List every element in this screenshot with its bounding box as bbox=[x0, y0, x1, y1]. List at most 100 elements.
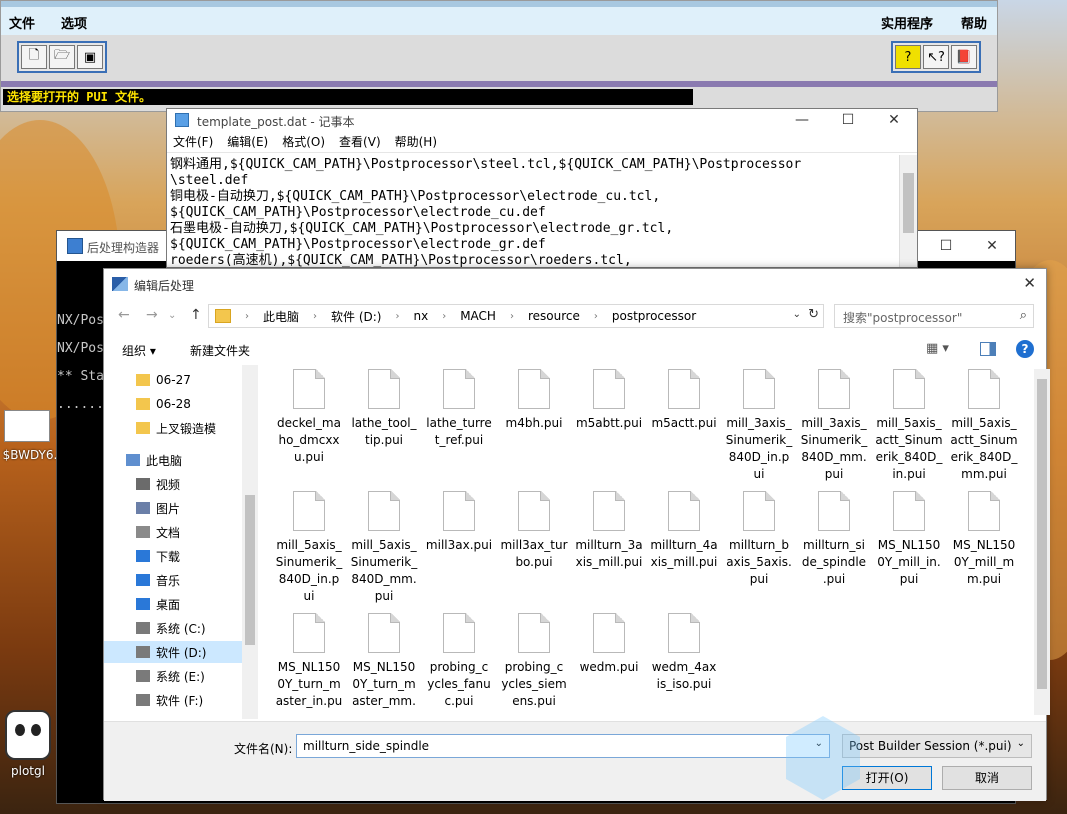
nav-item[interactable]: 系统 (C:) bbox=[104, 617, 242, 639]
forward-arrow-icon[interactable]: → bbox=[146, 307, 158, 323]
file-item[interactable]: m5actt.pui bbox=[649, 369, 719, 432]
preview-pane-icon[interactable] bbox=[980, 342, 996, 356]
context-help-icon[interactable]: ↖? bbox=[923, 45, 949, 69]
breadcrumb-item[interactable]: 软件 (D:) bbox=[331, 308, 381, 325]
file-item[interactable]: MS_NL150 0Y_turn_m aster_mm. bbox=[349, 613, 419, 710]
search-input[interactable]: 搜索"postprocessor" ⌕ bbox=[834, 304, 1034, 328]
file-item[interactable]: millturn_b axis_5axis. pui bbox=[724, 491, 794, 588]
nav-scrollbar[interactable] bbox=[242, 365, 258, 719]
breadcrumb-item[interactable]: MACH bbox=[460, 309, 496, 323]
file-item[interactable]: lathe_tool_ tip.pui bbox=[349, 369, 419, 449]
file-item[interactable]: MS_NL150 0Y_mill_in. pui bbox=[874, 491, 944, 588]
notepad-scrollbar[interactable] bbox=[899, 155, 917, 267]
file-item[interactable]: wedm.pui bbox=[574, 613, 644, 676]
manual-book-icon[interactable]: 📕 bbox=[951, 45, 977, 69]
organize-button[interactable]: 组织 ▾ bbox=[122, 342, 156, 359]
file-item[interactable]: millturn_4a xis_mill.pui bbox=[649, 491, 719, 571]
notepad-menu-format[interactable]: 格式(O) bbox=[282, 133, 325, 150]
notepad-menu-edit[interactable]: 编辑(E) bbox=[227, 133, 268, 150]
close-icon[interactable]: ✕ bbox=[871, 109, 917, 131]
nav-item[interactable]: 图片 bbox=[104, 497, 242, 519]
file-item[interactable]: lathe_turre t_ref.pui bbox=[424, 369, 494, 449]
nav-item[interactable]: 音乐 bbox=[104, 569, 242, 591]
filetype-select[interactable]: Post Builder Session (*.pui) ⌄ bbox=[842, 734, 1032, 758]
up-arrow-icon[interactable]: ↑ bbox=[190, 307, 202, 323]
notepad-menu-help[interactable]: 帮助(H) bbox=[395, 133, 437, 150]
chevron-right-icon: › bbox=[509, 310, 514, 322]
file-item[interactable]: mill_5axis_ actt_Sinum erik_840D_ in.pui bbox=[874, 369, 944, 483]
refresh-icon[interactable]: ↻ bbox=[808, 307, 819, 322]
file-item[interactable]: millturn_3a xis_mill.pui bbox=[574, 491, 644, 571]
help-balloon-icon[interactable]: ? bbox=[895, 45, 921, 69]
scrollbar-thumb[interactable] bbox=[1037, 379, 1047, 689]
file-list-scrollbar[interactable] bbox=[1034, 369, 1050, 715]
file-name-line: ycles_fanu bbox=[427, 677, 491, 691]
file-item[interactable]: m5abtt.pui bbox=[574, 369, 644, 432]
file-item[interactable]: mill_3axis_ Sinumerik_ 840D_mm. pui bbox=[799, 369, 869, 483]
file-name-line: Sinumerik_ bbox=[275, 555, 343, 569]
file-item[interactable]: mill3ax_tur bo.pui bbox=[499, 491, 569, 571]
file-item[interactable]: m4bh.pui bbox=[499, 369, 569, 432]
cancel-button[interactable]: 取消 bbox=[942, 766, 1032, 790]
file-item[interactable]: mill_3axis_ Sinumerik_ 840D_in.p ui bbox=[724, 369, 794, 483]
nav-item[interactable]: 视频 bbox=[104, 473, 242, 495]
nav-item[interactable]: 06-28 bbox=[104, 393, 242, 415]
nav-item[interactable]: 软件 (F:) bbox=[104, 689, 242, 711]
nav-item[interactable]: 系统 (E:) bbox=[104, 665, 242, 687]
maximize-icon[interactable]: ☐ bbox=[825, 109, 871, 131]
chevron-down-icon[interactable]: ⌄ bbox=[793, 309, 801, 320]
recent-dropdown-icon[interactable]: ⌄ bbox=[168, 310, 176, 321]
file-name-line: deckel_ma bbox=[277, 416, 341, 430]
nav-item[interactable]: 软件 (D:) bbox=[104, 641, 242, 663]
file-item[interactable]: mill_5axis_ Sinumerik_ 840D_in.p ui bbox=[274, 491, 344, 605]
file-item[interactable]: deckel_ma ho_dmcxx u.pui bbox=[274, 369, 344, 466]
menu-utilities[interactable]: 实用程序 bbox=[881, 13, 933, 32]
dialog-titlebar: 编辑后处理 ✕ bbox=[104, 269, 1046, 299]
file-item[interactable]: MS_NL150 0Y_mill_m m.pui bbox=[949, 491, 1019, 588]
save-icon[interactable]: ▣ bbox=[77, 45, 103, 69]
close-icon[interactable]: ✕ bbox=[969, 231, 1015, 261]
file-name-line: MS_NL150 bbox=[277, 660, 341, 674]
file-item[interactable]: mill3ax.pui bbox=[424, 491, 494, 554]
notepad-text-area[interactable]: 钢料通用,${QUICK_CAM_PATH}\Postprocessor\ste… bbox=[167, 155, 899, 267]
nav-item[interactable]: 06-27 bbox=[104, 369, 242, 391]
nav-item[interactable]: 桌面 bbox=[104, 593, 242, 615]
nav-item[interactable]: 文档 bbox=[104, 521, 242, 543]
breadcrumb-item[interactable]: 此电脑 bbox=[263, 308, 299, 325]
view-options-icon[interactable]: ▦ ▾ bbox=[926, 341, 949, 356]
help-icon[interactable]: ? bbox=[1016, 340, 1034, 358]
file-item[interactable]: mill_5axis_ actt_Sinum erik_840D_ mm.pui bbox=[949, 369, 1019, 483]
desktop-icon-bwdy[interactable]: $BWDY6. bbox=[0, 448, 60, 462]
file-item[interactable]: millturn_si de_spindle .pui bbox=[799, 491, 869, 588]
nav-item[interactable]: 下载 bbox=[104, 545, 242, 567]
notepad-menu-file[interactable]: 文件(F) bbox=[173, 133, 213, 150]
nav-item[interactable]: 上叉锻造模 bbox=[104, 417, 242, 439]
scrollbar-thumb[interactable] bbox=[245, 495, 255, 645]
open-folder-icon[interactable]: 🗁 bbox=[49, 45, 75, 69]
breadcrumb-item[interactable]: resource bbox=[528, 309, 580, 323]
scrollbar-thumb[interactable] bbox=[903, 173, 914, 233]
file-item[interactable]: MS_NL150 0Y_turn_m aster_in.pu bbox=[274, 613, 344, 710]
new-folder-button[interactable]: 新建文件夹 bbox=[190, 342, 250, 359]
maximize-icon[interactable]: ☐ bbox=[923, 231, 969, 261]
file-item[interactable]: probing_c ycles_fanu c.pui bbox=[424, 613, 494, 710]
close-icon[interactable]: ✕ bbox=[1023, 274, 1036, 292]
menu-file[interactable]: 文件 bbox=[9, 13, 35, 32]
notepad-menu-view[interactable]: 查看(V) bbox=[339, 133, 381, 150]
breadcrumb-item[interactable]: nx bbox=[413, 309, 428, 323]
new-file-icon[interactable]: 🗋 bbox=[21, 45, 47, 69]
desktop-icon-plotgl[interactable]: plotgl bbox=[2, 710, 54, 778]
menu-help[interactable]: 帮助 bbox=[961, 13, 987, 32]
minimize-icon[interactable]: — bbox=[779, 109, 825, 131]
file-item[interactable]: wedm_4ax is_iso.pui bbox=[649, 613, 719, 693]
back-arrow-icon[interactable]: ← bbox=[118, 307, 130, 323]
document-icon bbox=[518, 369, 550, 409]
file-item[interactable]: probing_c ycles_siem ens.pui bbox=[499, 613, 569, 710]
breadcrumb[interactable]: › 此电脑 › 软件 (D:) › nx › MACH › resource ›… bbox=[208, 304, 824, 328]
breadcrumb-item[interactable]: postprocessor bbox=[612, 309, 696, 323]
menu-options[interactable]: 选项 bbox=[61, 13, 87, 32]
file-item[interactable]: mill_5axis_ Sinumerik_ 840D_mm. pui bbox=[349, 491, 419, 605]
nav-item[interactable]: 此电脑 bbox=[104, 449, 242, 471]
filename-input[interactable]: millturn_side_spindle ⌄ bbox=[296, 734, 830, 758]
desktop-file-thumbnail[interactable] bbox=[4, 410, 50, 442]
